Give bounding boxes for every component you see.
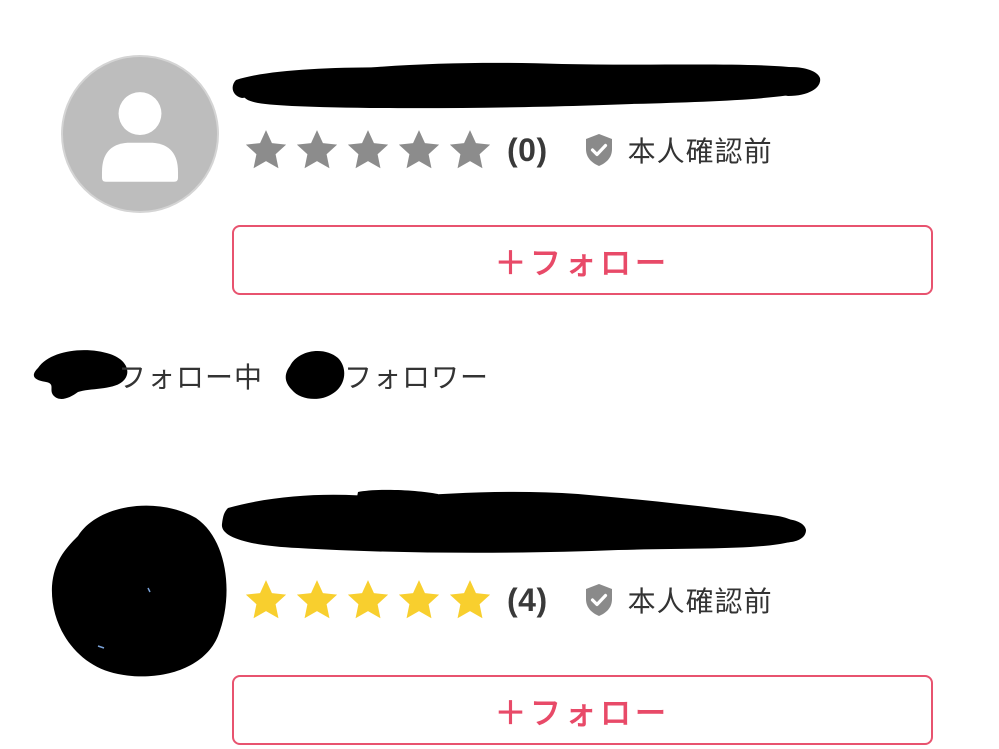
- following-label[interactable]: フォロー中: [118, 356, 263, 396]
- redacted-following-count: [30, 344, 130, 402]
- follow-button[interactable]: ＋フォロー: [232, 675, 933, 745]
- redacted-username: [232, 58, 822, 114]
- verification-status: 本人確認前: [584, 580, 773, 620]
- followers-label[interactable]: フォロワー: [344, 356, 489, 396]
- avatar-default[interactable]: [61, 55, 219, 213]
- star-rating: [243, 577, 493, 623]
- shield-check-icon: [585, 134, 612, 166]
- star-empty-icon: [449, 130, 491, 169]
- star-rating: [243, 127, 493, 173]
- verification-label: 本人確認前: [627, 135, 773, 168]
- redacted-follower-count: [284, 346, 346, 400]
- star-empty-icon: [398, 130, 440, 169]
- star-filled-icon: [449, 580, 491, 619]
- star-empty-icon: [245, 130, 287, 169]
- follow-button-label: ＋フォロー: [495, 245, 670, 282]
- star-filled-icon: [296, 580, 338, 619]
- shield-check-icon: [585, 584, 612, 616]
- verification-label: 本人確認前: [627, 585, 773, 618]
- review-count[interactable]: (4): [507, 582, 548, 619]
- user-silhouette-icon: [101, 92, 179, 182]
- star-empty-icon: [347, 130, 389, 169]
- rating-row: (4) 本人確認前: [243, 575, 773, 625]
- avatar-redacted[interactable]: [48, 496, 230, 680]
- follow-stats: フォロー中 フォロワー: [0, 344, 700, 404]
- star-empty-icon: [296, 130, 338, 169]
- follow-button[interactable]: ＋フォロー: [232, 225, 933, 295]
- verification-status: 本人確認前: [584, 130, 773, 170]
- star-filled-icon: [398, 580, 440, 619]
- review-count[interactable]: (0): [507, 132, 548, 169]
- star-filled-icon: [245, 580, 287, 619]
- rating-row: (0) 本人確認前: [243, 125, 773, 175]
- follow-button-label: ＋フォロー: [495, 695, 670, 732]
- redacted-username: [218, 488, 806, 560]
- star-filled-icon: [347, 580, 389, 619]
